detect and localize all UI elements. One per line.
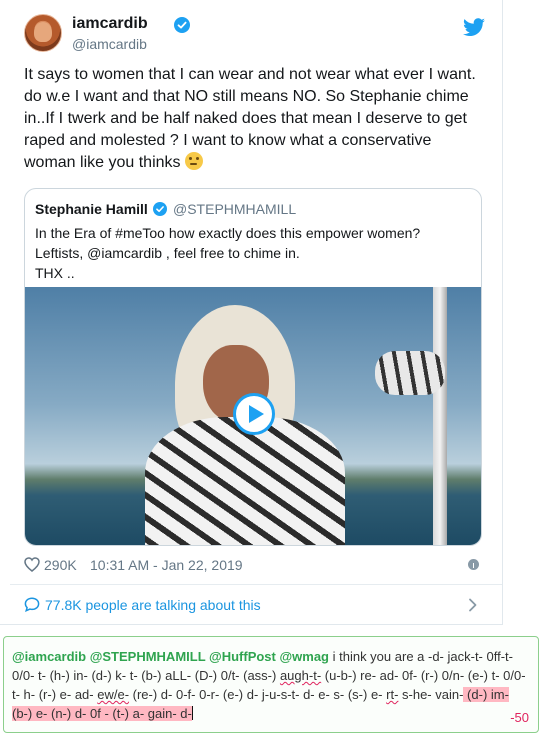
- video-pole: [433, 287, 447, 545]
- heart-icon[interactable]: [24, 557, 40, 572]
- author-handle[interactable]: @iamcardib: [72, 36, 147, 52]
- reply-misspelled-word: rt-: [386, 687, 399, 702]
- reply-textarea[interactable]: @iamcardib @STEPHMHAMILL @HuffPost @wmag…: [12, 647, 532, 723]
- reply-misspelled-word: ew/e-: [97, 687, 130, 702]
- tweet-header: iamcardib @iamcardib: [24, 14, 486, 58]
- quoted-text: In the Era of #meToo how exactly does th…: [35, 225, 421, 281]
- conversation-count-text[interactable]: 77.8K people are talking about this: [45, 597, 261, 613]
- conversation-link[interactable]: 77.8K people are talking about this: [24, 596, 484, 616]
- reply-text-part: s-he- vain-: [398, 687, 464, 702]
- like-count[interactable]: 290K: [44, 557, 77, 573]
- video-figure-arm: [375, 351, 445, 395]
- quoted-display-name[interactable]: Stephanie Hamill: [35, 201, 148, 217]
- tweet-card: iamcardib @iamcardib It says to women th…: [0, 0, 503, 625]
- divider: [10, 584, 502, 585]
- thinking-face-icon: [184, 152, 203, 170]
- tweet-text-body: It says to women that I can wear and not…: [24, 66, 476, 171]
- speech-bubble-icon: [24, 597, 40, 612]
- avatar[interactable]: [24, 14, 62, 52]
- quoted-tweet[interactable]: Stephanie Hamill @STEPHMHAMILL In the Er…: [24, 188, 482, 546]
- text-caret: [191, 706, 193, 720]
- quoted-handle[interactable]: @STEPHMHAMILL: [173, 201, 296, 217]
- reply-compose-box[interactable]: @iamcardib @STEPHMHAMILL @HuffPost @wmag…: [3, 636, 539, 733]
- video-thumbnail[interactable]: [25, 287, 481, 545]
- author-display-name[interactable]: iamcardib: [72, 15, 148, 33]
- tweet-text: It says to women that I can wear and not…: [24, 64, 486, 174]
- video-figure-body: [145, 417, 345, 545]
- reply-misspelled-word: augh-t-: [279, 668, 322, 683]
- verified-badge-icon: [153, 202, 167, 216]
- play-button-icon[interactable]: [233, 393, 275, 435]
- reply-mentions[interactable]: @iamcardib @STEPHMHAMILL @HuffPost @wmag: [12, 649, 329, 664]
- verified-badge-icon: [174, 17, 190, 33]
- character-count: -50: [510, 710, 529, 725]
- twitter-bird-icon[interactable]: [462, 18, 486, 38]
- tweet-timestamp[interactable]: 10:31 AM - Jan 22, 2019: [90, 557, 243, 573]
- info-icon[interactable]: [468, 559, 479, 570]
- reply-text-part: (re-) d- 0-f- 0-r- (e-) d- j-u-s-t- d- e…: [129, 687, 387, 702]
- tweet-meta: 290K 10:31 AM - Jan 22, 2019: [24, 556, 486, 576]
- chevron-right-icon[interactable]: [468, 598, 478, 612]
